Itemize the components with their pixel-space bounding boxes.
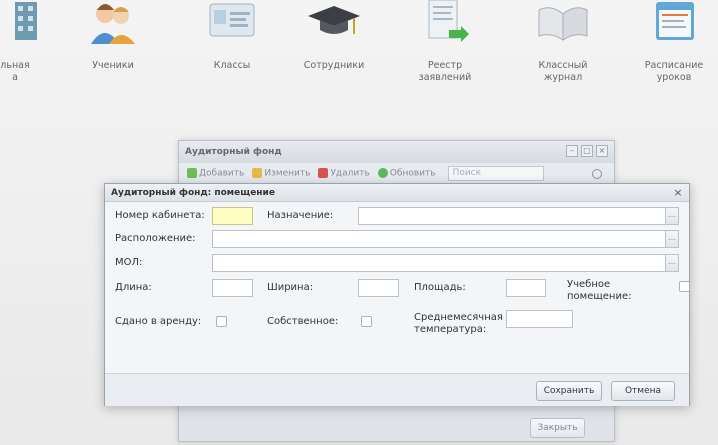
- area-input[interactable]: [506, 279, 546, 297]
- launcher-item-label: Расписание уроков: [644, 60, 704, 83]
- mol-picker-button[interactable]: …: [665, 254, 679, 272]
- launcher-item-label: Реестр заявлений: [418, 60, 472, 83]
- launcher-item-students[interactable]: Ученики: [68, 0, 158, 72]
- launcher-item-cut[interactable]: льная а: [0, 0, 60, 84]
- location-input[interactable]: [212, 230, 666, 248]
- refresh-button[interactable]: Обновить: [377, 168, 436, 179]
- purpose-input[interactable]: [358, 207, 666, 225]
- delete-icon: [318, 168, 329, 179]
- add-icon: [187, 168, 197, 179]
- building-icon: [15, 2, 37, 40]
- location-picker-button[interactable]: …: [665, 230, 679, 248]
- pencil-icon: [252, 168, 263, 179]
- maximize-icon[interactable]: □: [581, 145, 593, 157]
- launcher-item-label: Классы: [213, 60, 251, 71]
- close-window-button[interactable]: Закрыть: [530, 418, 585, 438]
- id-card-icon: [209, 3, 255, 37]
- mol-input[interactable]: [212, 254, 666, 272]
- window-controls: – □ ×: [566, 145, 608, 157]
- purpose-picker-button[interactable]: …: [665, 207, 679, 225]
- rented-label: Сдано в аренду:: [115, 316, 202, 327]
- avg-temp-label: Среднемесячная температура:: [414, 312, 503, 335]
- launcher-item-schedule[interactable]: Расписание уроков: [629, 0, 718, 84]
- launcher-item-class-journal[interactable]: Классный журнал: [518, 0, 608, 84]
- desktop: льная а Ученики Классы Сотрудники Реестр…: [0, 0, 718, 445]
- room-number-label: Номер кабинета:: [115, 210, 205, 221]
- open-book-icon: [538, 7, 588, 41]
- launcher-item-label: Классный журнал: [538, 60, 588, 83]
- educational-checkbox[interactable]: [679, 281, 690, 292]
- dialog-footer: Сохранить Отмена: [105, 373, 689, 406]
- area-label: Площадь:: [414, 282, 466, 293]
- schedule-icon: [656, 2, 694, 40]
- room-dialog: Аудиторный фонд: помещение × Номер кабин…: [104, 183, 690, 406]
- avg-temp-input[interactable]: [506, 310, 573, 328]
- minimize-icon[interactable]: –: [566, 145, 578, 157]
- width-input[interactable]: [358, 279, 399, 297]
- educational-label: Учебное помещение:: [567, 279, 632, 302]
- document-arrow-icon: [428, 0, 469, 42]
- cancel-button[interactable]: Отмена: [611, 381, 675, 401]
- room-number-input[interactable]: [212, 207, 253, 225]
- close-icon[interactable]: ×: [672, 187, 684, 199]
- own-checkbox[interactable]: [361, 316, 372, 327]
- window-title: Аудиторный фонд: [179, 141, 614, 163]
- launcher-item-label: льная а: [0, 60, 30, 83]
- length-input[interactable]: [212, 279, 253, 297]
- close-icon[interactable]: ×: [596, 145, 608, 157]
- dialog-title: Аудиторный фонд: помещение: [105, 184, 689, 202]
- delete-button[interactable]: Удалить: [318, 168, 370, 179]
- add-button[interactable]: Добавить: [187, 168, 244, 179]
- width-label: Ширина:: [267, 282, 314, 293]
- own-label: Собственное:: [267, 316, 339, 327]
- toolbar: Добавить Изменить Удалить Обновить Поиск: [179, 163, 614, 185]
- edit-button[interactable]: Изменить: [252, 168, 310, 179]
- launcher-item-applications-registry[interactable]: Реестр заявлений: [400, 0, 490, 84]
- launcher-item-label: Сотрудники: [303, 60, 365, 71]
- length-label: Длина:: [115, 282, 152, 293]
- students-icon: [91, 4, 135, 44]
- rented-checkbox[interactable]: [216, 316, 227, 327]
- launcher-item-classes[interactable]: Классы: [187, 0, 277, 72]
- search-input[interactable]: Поиск: [447, 166, 544, 181]
- location-label: Расположение:: [115, 233, 196, 244]
- refresh-icon: [377, 168, 388, 179]
- launcher-item-staff[interactable]: Сотрудники: [289, 0, 379, 72]
- graduation-cap-icon: [308, 6, 360, 34]
- search-icon[interactable]: [592, 169, 602, 179]
- launcher-item-label: Ученики: [92, 60, 134, 71]
- save-button[interactable]: Сохранить: [536, 381, 602, 401]
- mol-label: МОЛ:: [115, 257, 143, 268]
- purpose-label: Назначение:: [267, 210, 334, 221]
